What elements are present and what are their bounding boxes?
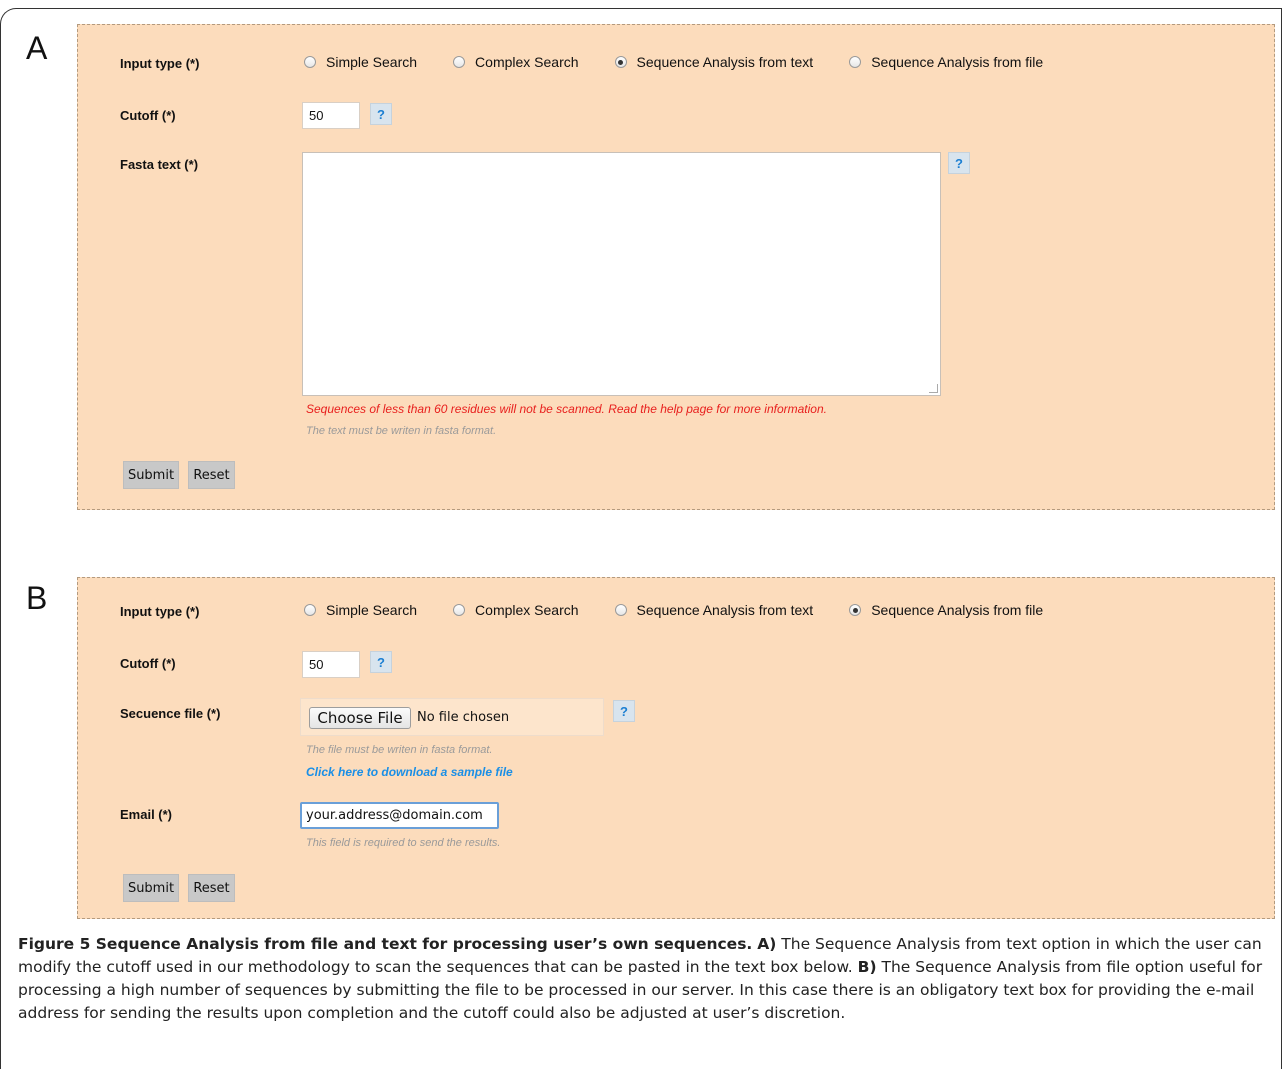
radio-simple-search[interactable]: Simple Search <box>304 54 417 70</box>
radio-label: Sequence Analysis from text <box>636 54 814 70</box>
submit-button[interactable]: Submit <box>123 461 179 489</box>
radio-dot-selected-icon[interactable] <box>614 56 627 68</box>
email-label: Email (*) <box>120 807 173 822</box>
input-type-radio-group: Simple Search Complex Search Sequence An… <box>304 602 1043 618</box>
radio-label: Sequence Analysis from file <box>871 54 1044 70</box>
cutoff-help-button[interactable]: ? <box>370 103 392 125</box>
part-a-marker: A) <box>757 935 777 953</box>
cutoff-input[interactable]: 50 <box>302 102 360 129</box>
file-input-wrapper: Choose File No file chosen <box>300 698 604 736</box>
radio-label: Sequence Analysis from file <box>871 602 1044 618</box>
radio-complex-search[interactable]: Complex Search <box>453 54 579 70</box>
warning-text: Sequences of less than 60 residues will … <box>306 402 827 416</box>
panel-b-form: Input type (*) Simple Search Complex Sea… <box>77 577 1275 919</box>
cutoff-input[interactable]: 50 <box>302 651 360 678</box>
file-label: Secuence file (*) <box>120 706 221 721</box>
radio-sequence-file[interactable]: Sequence Analysis from file <box>849 54 1043 70</box>
radio-dot-icon[interactable] <box>453 56 466 68</box>
file-help-button[interactable]: ? <box>613 700 635 722</box>
radio-label: Simple Search <box>326 54 418 70</box>
cutoff-help-button[interactable]: ? <box>370 651 392 673</box>
radio-dot-icon[interactable] <box>304 56 316 68</box>
input-type-radio-group: Simple Search Complex Search Sequence An… <box>304 54 1043 70</box>
panel-b-letter: B <box>26 580 48 616</box>
format-note: The text must be writen in fasta format. <box>306 425 497 437</box>
download-sample-link[interactable]: Click here to download a sample file <box>306 765 513 779</box>
figure-title: Figure 5 Sequence Analysis from file and… <box>18 935 753 953</box>
radio-label: Complex Search <box>475 54 579 70</box>
radio-dot-icon[interactable] <box>614 604 627 616</box>
radio-dot-selected-icon[interactable] <box>849 604 862 616</box>
radio-sequence-text[interactable]: Sequence Analysis from text <box>614 602 814 618</box>
panel-a-letter: A <box>26 30 48 66</box>
fasta-help-button[interactable]: ? <box>948 152 970 174</box>
radio-complex-search[interactable]: Complex Search <box>453 602 579 618</box>
part-b-marker: B) <box>857 958 877 976</box>
radio-label: Complex Search <box>475 602 579 618</box>
radio-sequence-text[interactable]: Sequence Analysis from text <box>614 54 814 70</box>
fasta-textarea[interactable] <box>302 152 941 396</box>
input-type-label: Input type (*) <box>120 56 200 71</box>
email-input[interactable]: your.address@domain.com <box>300 802 499 829</box>
figure-caption: Figure 5 Sequence Analysis from file and… <box>18 933 1273 1025</box>
submit-button[interactable]: Submit <box>123 874 179 902</box>
radio-dot-icon[interactable] <box>453 604 466 616</box>
radio-simple-search[interactable]: Simple Search <box>304 602 417 618</box>
panel-a-form: Input type (*) Simple Search Complex Sea… <box>77 24 1275 510</box>
email-note: This field is required to send the resul… <box>306 837 501 849</box>
resize-grip-icon[interactable] <box>929 384 938 393</box>
radio-label: Simple Search <box>326 602 418 618</box>
choose-file-button[interactable]: Choose File <box>309 707 411 729</box>
radio-label: Sequence Analysis from text <box>636 602 814 618</box>
reset-button[interactable]: Reset <box>188 461 235 489</box>
fasta-label: Fasta text (*) <box>120 157 199 172</box>
input-type-label: Input type (*) <box>120 604 200 619</box>
radio-dot-icon[interactable] <box>304 604 316 616</box>
cutoff-label: Cutoff (*) <box>120 108 176 123</box>
radio-sequence-file[interactable]: Sequence Analysis from file <box>849 602 1043 618</box>
file-status-text: No file chosen <box>417 710 510 725</box>
reset-button[interactable]: Reset <box>188 874 235 902</box>
radio-dot-icon[interactable] <box>849 56 862 68</box>
cutoff-label: Cutoff (*) <box>120 656 176 671</box>
file-format-note: The file must be writen in fasta format. <box>306 744 493 756</box>
